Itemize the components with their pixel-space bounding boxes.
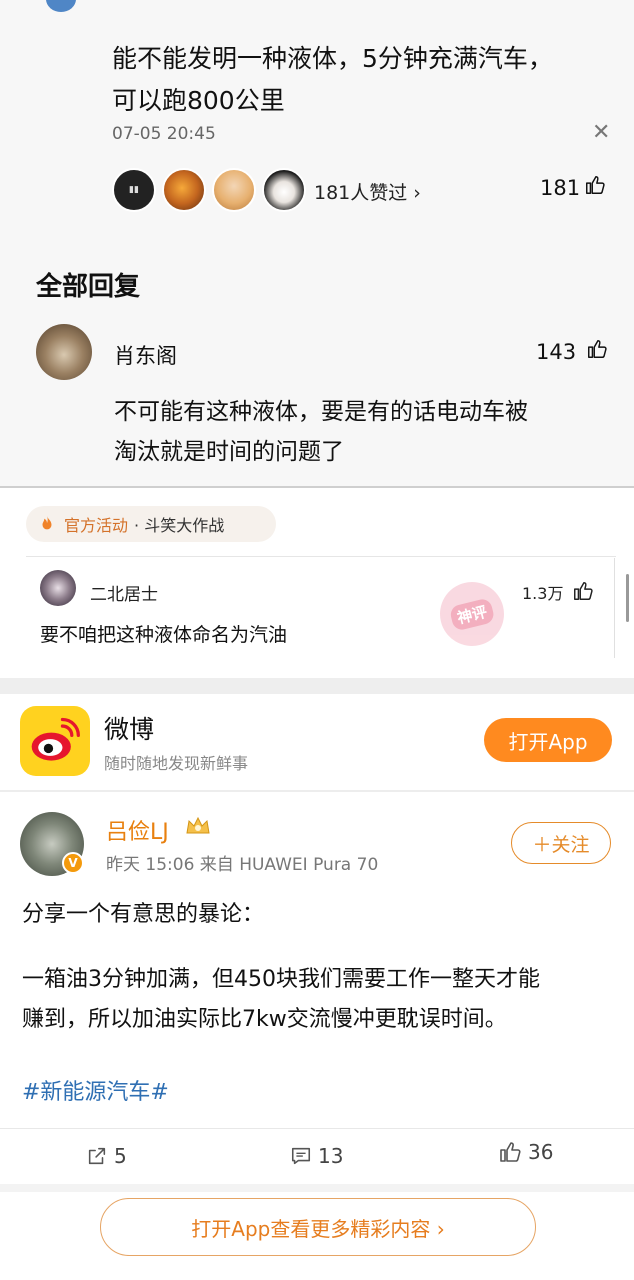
scrollbar[interactable]	[626, 574, 629, 622]
liker-avatars[interactable]: ▮▮	[112, 168, 312, 212]
weibo-logo-icon	[20, 706, 90, 776]
activity-name: · 斗笑大作战	[134, 516, 225, 535]
partial-avatar	[46, 0, 76, 12]
open-app-button[interactable]: 打开App	[484, 718, 612, 762]
flame-icon	[42, 515, 52, 530]
section-gap	[0, 678, 634, 694]
thumbs-up-icon[interactable]	[572, 580, 594, 602]
post-body: 一箱油3分钟加满，但450块我们需要工作一整天才能 赚到，所以加油实际比7kw交…	[22, 967, 540, 1032]
all-replies-heading: 全部回复	[36, 272, 141, 302]
avatar[interactable]	[40, 570, 76, 606]
thumbs-up-icon[interactable]	[586, 338, 608, 360]
repost-button[interactable]: 5	[86, 1144, 127, 1168]
reply-username[interactable]: 肖东阁	[114, 340, 177, 370]
weibo-eye-icon	[31, 717, 80, 761]
close-icon[interactable]: ✕	[592, 120, 610, 145]
weibo-post: V 吕俭LJ 昨天 15:06 来自 HUAWEI Pura 70 ＋关注 分享…	[0, 792, 634, 1280]
avatar	[262, 168, 306, 212]
like-count: 181	[540, 176, 581, 200]
top-comment-like-count: 1.3万	[522, 584, 564, 603]
post-intro: 分享一个有意思的暴论：	[22, 902, 265, 927]
hot-comment-stamp: 神评	[433, 575, 511, 653]
like-button[interactable]: 36	[498, 1140, 553, 1164]
app-name: 微博	[104, 715, 155, 744]
post-actions: 5 13 36	[0, 1138, 634, 1178]
top-comment-username[interactable]: 二北居士	[90, 580, 158, 605]
divider	[0, 1128, 634, 1129]
activity-label: 官方活动	[64, 516, 129, 535]
comment-detail-screenshot: 能不能发明一种液体，5分钟充满汽车， 可以跑800公里 07-05 20:45 …	[0, 0, 634, 488]
avatar	[212, 168, 256, 212]
repost-count: 5	[114, 1144, 127, 1168]
comment-count: 13	[318, 1144, 344, 1168]
comment-button[interactable]: 13	[290, 1144, 343, 1168]
app-slogan: 随时随地发现新鲜事	[104, 754, 249, 773]
open-app-more-button[interactable]: 打开App查看更多精彩内容 ›	[100, 1198, 536, 1256]
share-icon	[88, 1147, 106, 1165]
divider	[26, 556, 616, 557]
reply-like-count: 143	[536, 340, 577, 364]
top-comment-text: 要不咱把这种液体命名为汽油	[40, 624, 288, 646]
top-comment-screenshot: 官方活动 · 斗笑大作战 二北居士 神评 1.3万 要不咱把这种液体命名为汽油	[0, 488, 634, 678]
follow-button[interactable]: ＋关注	[511, 822, 611, 864]
crown-icon	[186, 816, 210, 834]
divider	[614, 558, 615, 658]
comment-time: 07-05 20:45	[112, 124, 216, 144]
reply-text: 不可能有这种液体，要是有的话电动车被 淘汰就是时间的问题了	[114, 399, 528, 465]
hashtag-link[interactable]: #新能源汽车#	[22, 1074, 169, 1106]
section-gap	[0, 1184, 634, 1192]
thumbs-up-icon	[500, 1142, 521, 1162]
comment-content: 能不能发明一种液体，5分钟充满汽车， 可以跑800公里	[112, 44, 553, 115]
verified-badge-icon: V	[62, 852, 84, 874]
activity-badge[interactable]: 官方活动 · 斗笑大作战	[26, 506, 276, 542]
comment-icon	[291, 1147, 311, 1165]
avatar	[162, 168, 206, 212]
post-username[interactable]: 吕俭LJ	[106, 814, 169, 846]
avatar: ▮▮	[112, 168, 156, 212]
post-meta: 昨天 15:06 来自 HUAWEI Pura 70	[106, 855, 379, 875]
avatar[interactable]	[36, 324, 92, 380]
app-banner: 微博 随时随地发现新鲜事 打开App	[0, 694, 634, 790]
likers-link[interactable]: 181人赞过 ›	[314, 178, 421, 205]
like-count: 36	[528, 1140, 554, 1164]
thumbs-up-icon[interactable]	[584, 174, 606, 196]
